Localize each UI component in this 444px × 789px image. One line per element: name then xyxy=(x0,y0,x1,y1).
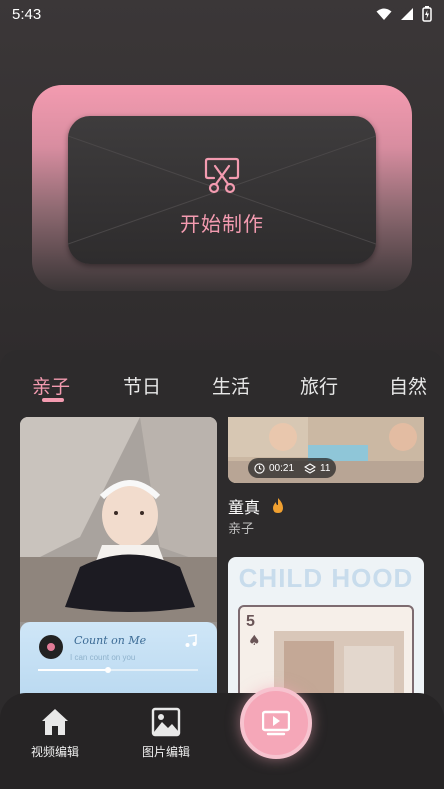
nav-video-edit[interactable]: 视频编辑 xyxy=(10,693,100,789)
template-layers: 11 xyxy=(320,462,331,474)
start-create-button[interactable]: 开始制作 xyxy=(68,116,376,264)
status-icons xyxy=(376,6,432,22)
template-duration: 00:21 xyxy=(269,462,295,474)
progress-bar xyxy=(38,667,198,673)
battery-icon xyxy=(422,6,432,22)
template-card-baby[interactable]: Count on Me I can count on you xyxy=(20,417,217,707)
tab-travel[interactable]: 旅行 xyxy=(300,372,338,399)
scissors-icon xyxy=(204,157,240,194)
create-video-button[interactable] xyxy=(240,687,312,759)
card-number: 5 xyxy=(246,613,255,630)
card-suit: ♠ xyxy=(248,633,261,649)
category-tabs: 亲子 节日 生活 旅行 自然 xyxy=(0,372,444,402)
tab-nature[interactable]: 自然 xyxy=(389,372,427,399)
vinyl-icon xyxy=(39,635,63,659)
clock-icon xyxy=(254,462,265,474)
tab-parent-child[interactable]: 亲子 xyxy=(32,372,70,399)
image-icon xyxy=(151,707,181,737)
nav-video-edit-label: 视频编辑 xyxy=(30,745,79,759)
template-category: 亲子 xyxy=(228,522,255,537)
music-title: Count on Me xyxy=(74,634,147,647)
wifi-icon xyxy=(376,8,392,20)
tab-life[interactable]: 生活 xyxy=(212,372,250,399)
play-video-icon xyxy=(262,710,290,736)
status-bar: 5:43 xyxy=(0,0,444,30)
cellular-icon xyxy=(401,8,413,20)
nav-image-edit-label: 图片编辑 xyxy=(141,745,190,759)
bottom-nav: 视频编辑 图片编辑 xyxy=(0,693,444,789)
template-meta: 00:21 11 xyxy=(248,458,336,478)
fire-icon xyxy=(273,498,284,513)
childhood-banner: CHILD HOOD xyxy=(238,563,414,593)
baby-photo xyxy=(20,417,217,622)
music-subtitle: I can count on you xyxy=(70,653,136,662)
music-note-icon xyxy=(185,634,197,647)
start-create-label: 开始制作 xyxy=(180,212,264,236)
nav-image-edit[interactable]: 图片编辑 xyxy=(121,693,211,789)
template-title: 童真 xyxy=(228,494,285,518)
template-card-childhood[interactable]: CHILD HOOD 5 ♠ xyxy=(228,557,424,707)
home-icon xyxy=(42,709,68,735)
active-tab-indicator xyxy=(42,398,64,402)
layers-icon xyxy=(304,462,317,474)
photo-placeholder xyxy=(274,631,404,701)
tab-festival[interactable]: 节日 xyxy=(123,372,161,399)
status-time: 5:43 xyxy=(12,6,42,23)
